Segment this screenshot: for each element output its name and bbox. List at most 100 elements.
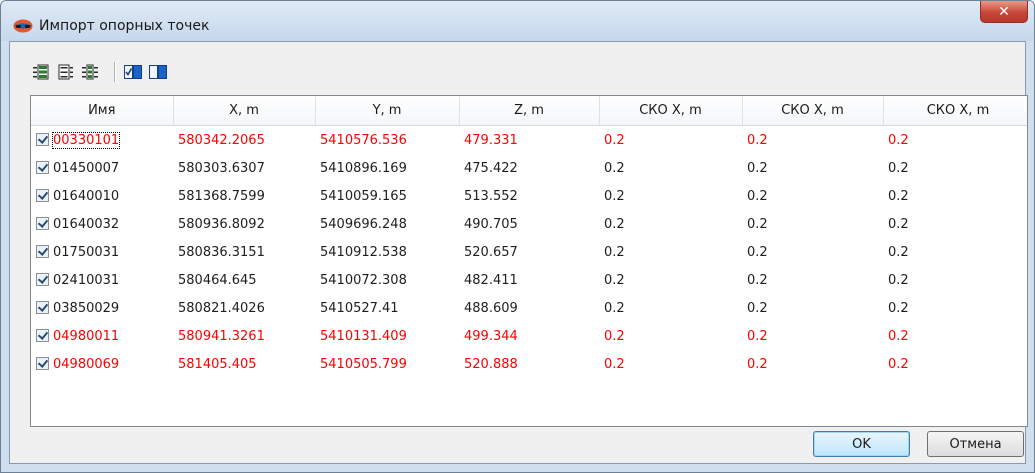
x-cell: 581368.7599 bbox=[178, 188, 265, 204]
columns-list-icon bbox=[82, 64, 98, 80]
table-row[interactable]: 04980069 581405.405 5410505.799 520.888 0.2 0… bbox=[31, 350, 1027, 378]
rmse-3-cell: 0.2 bbox=[888, 188, 909, 204]
toolbar-button-add-rows[interactable] bbox=[31, 62, 51, 82]
x-cell: 581405.405 bbox=[178, 356, 257, 372]
rmse-1-cell: 0.2 bbox=[604, 356, 625, 372]
name-cell: 00330101 bbox=[31, 126, 173, 155]
column-header-y[interactable]: Y, m bbox=[315, 96, 460, 126]
point-name: 04980069 bbox=[53, 356, 120, 372]
z-cell: 513.552 bbox=[464, 188, 518, 204]
cancel-button[interactable]: Отмена bbox=[927, 431, 1024, 457]
column-header-rmse-1[interactable]: СКО X, m bbox=[599, 96, 743, 126]
x-cell: 580464.645 bbox=[178, 272, 257, 288]
points-table-container[interactable]: Имя X, m Y, m Z, m СКО X, m СКО X, m СКО… bbox=[30, 95, 1028, 427]
row-checkbox[interactable] bbox=[36, 188, 49, 202]
point-name: 01450007 bbox=[53, 160, 120, 176]
table-row[interactable]: 01640032 580936.8092 5409696.248 490.705 0.2… bbox=[31, 210, 1027, 238]
column-header-x[interactable]: X, m bbox=[173, 96, 316, 126]
table-row[interactable]: 00330101 580342.2065 5410576.536 479.331 0.2… bbox=[31, 126, 1027, 155]
rmse-2-cell: 0.2 bbox=[747, 356, 768, 372]
x-cell: 580936.8092 bbox=[178, 216, 265, 232]
rmse-2-cell: 0.2 bbox=[747, 244, 768, 260]
point-name: 00330101 bbox=[51, 131, 121, 149]
rmse-1-cell: 0.2 bbox=[604, 216, 625, 232]
x-cell: 580303.6307 bbox=[178, 160, 265, 176]
y-cell: 5410072.308 bbox=[320, 272, 407, 288]
app-logo-icon bbox=[13, 19, 33, 33]
check-all-icon bbox=[124, 65, 142, 79]
name-cell: 01450007 bbox=[31, 154, 173, 182]
rmse-3-cell: 0.2 bbox=[888, 216, 909, 232]
ok-button[interactable]: OK bbox=[813, 431, 910, 457]
toolbar-button-columns[interactable] bbox=[80, 62, 100, 82]
point-name: 03850029 bbox=[53, 300, 120, 316]
dialog-body: Имя X, m Y, m Z, m СКО X, m СКО X, m СКО… bbox=[9, 41, 1028, 464]
toolbar-button-check-all[interactable] bbox=[123, 62, 143, 82]
rmse-1-cell: 0.2 bbox=[604, 132, 625, 148]
rmse-1-cell: 0.2 bbox=[604, 160, 625, 176]
table-row[interactable]: 02410031 580464.645 5410072.308 482.411 0.2 0… bbox=[31, 266, 1027, 294]
x-cell: 580821.4026 bbox=[178, 300, 265, 316]
z-cell: 490.705 bbox=[464, 216, 518, 232]
title-bar[interactable]: Импорт опорных точек ✕ bbox=[1, 1, 1034, 41]
y-cell: 5410896.169 bbox=[320, 160, 407, 176]
rmse-3-cell: 0.2 bbox=[888, 244, 909, 260]
row-checkbox[interactable] bbox=[36, 244, 49, 258]
toolbar-separator bbox=[114, 62, 116, 82]
table-body: 00330101 580342.2065 5410576.536 479.331 0.2… bbox=[31, 126, 1027, 379]
points-table: Имя X, m Y, m Z, m СКО X, m СКО X, m СКО… bbox=[31, 96, 1027, 379]
z-cell: 479.331 bbox=[464, 132, 518, 148]
row-checkbox[interactable] bbox=[36, 328, 49, 342]
uncheck-all-icon bbox=[149, 65, 167, 79]
column-header-rmse-3[interactable]: СКО X, m bbox=[883, 96, 1027, 126]
rmse-2-cell: 0.2 bbox=[747, 188, 768, 204]
point-name: 01640010 bbox=[53, 188, 120, 204]
rmse-3-cell: 0.2 bbox=[888, 272, 909, 288]
close-icon: ✕ bbox=[998, 3, 1010, 20]
table-header-row: Имя X, m Y, m Z, m СКО X, m СКО X, m СКО… bbox=[31, 96, 1027, 126]
list-icon bbox=[58, 64, 73, 80]
column-header-z[interactable]: Z, m bbox=[459, 96, 600, 126]
toolbar bbox=[10, 42, 1025, 94]
import-control-points-dialog: Импорт опорных точек ✕ Имя X, m Y, m Z, … bbox=[0, 0, 1035, 473]
toolbar-button-uncheck-all[interactable] bbox=[148, 62, 168, 82]
column-header-rmse-2[interactable]: СКО X, m bbox=[742, 96, 884, 126]
row-checkbox[interactable] bbox=[36, 300, 49, 314]
x-cell: 580836.3151 bbox=[178, 244, 265, 260]
table-row[interactable]: 01750031 580836.3151 5410912.538 520.657 0.2… bbox=[31, 238, 1027, 266]
table-row[interactable]: 03850029 580821.4026 5410527.41 488.609 0.2 0… bbox=[31, 294, 1027, 322]
x-cell: 580342.2065 bbox=[178, 132, 265, 148]
name-cell: 03850029 bbox=[31, 294, 173, 322]
row-checkbox[interactable] bbox=[36, 216, 49, 230]
z-cell: 499.344 bbox=[464, 328, 518, 344]
rmse-2-cell: 0.2 bbox=[747, 272, 768, 288]
rmse-1-cell: 0.2 bbox=[604, 328, 625, 344]
row-checkbox[interactable] bbox=[36, 132, 49, 146]
z-cell: 475.422 bbox=[464, 160, 518, 176]
row-checkbox[interactable] bbox=[36, 272, 49, 286]
rmse-3-cell: 0.2 bbox=[888, 356, 909, 372]
column-header-name[interactable]: Имя bbox=[31, 96, 174, 126]
rmse-3-cell: 0.2 bbox=[888, 300, 909, 316]
rmse-3-cell: 0.2 bbox=[888, 328, 909, 344]
table-row[interactable]: 01450007 580303.6307 5410896.169 475.422 0.2… bbox=[31, 154, 1027, 182]
row-checkbox[interactable] bbox=[36, 160, 49, 174]
y-cell: 5410131.409 bbox=[320, 328, 407, 344]
rmse-1-cell: 0.2 bbox=[604, 300, 625, 316]
name-cell: 01640032 bbox=[31, 210, 173, 238]
rmse-2-cell: 0.2 bbox=[747, 132, 768, 148]
table-row[interactable]: 01640010 581368.7599 5410059.165 513.552 0.2… bbox=[31, 182, 1027, 210]
name-cell: 01750031 bbox=[31, 238, 173, 266]
y-cell: 5410059.165 bbox=[320, 188, 407, 204]
row-checkbox[interactable] bbox=[36, 356, 49, 370]
y-cell: 5410505.799 bbox=[320, 356, 407, 372]
toolbar-button-list[interactable] bbox=[56, 62, 76, 82]
close-button[interactable]: ✕ bbox=[980, 1, 1028, 23]
rmse-2-cell: 0.2 bbox=[747, 300, 768, 316]
y-cell: 5410912.538 bbox=[320, 244, 407, 260]
rmse-1-cell: 0.2 bbox=[604, 244, 625, 260]
point-name: 04980011 bbox=[53, 328, 120, 344]
z-cell: 482.411 bbox=[464, 272, 518, 288]
table-row[interactable]: 04980011 580941.3261 5410131.409 499.344 0.2… bbox=[31, 322, 1027, 350]
rmse-1-cell: 0.2 bbox=[604, 272, 625, 288]
